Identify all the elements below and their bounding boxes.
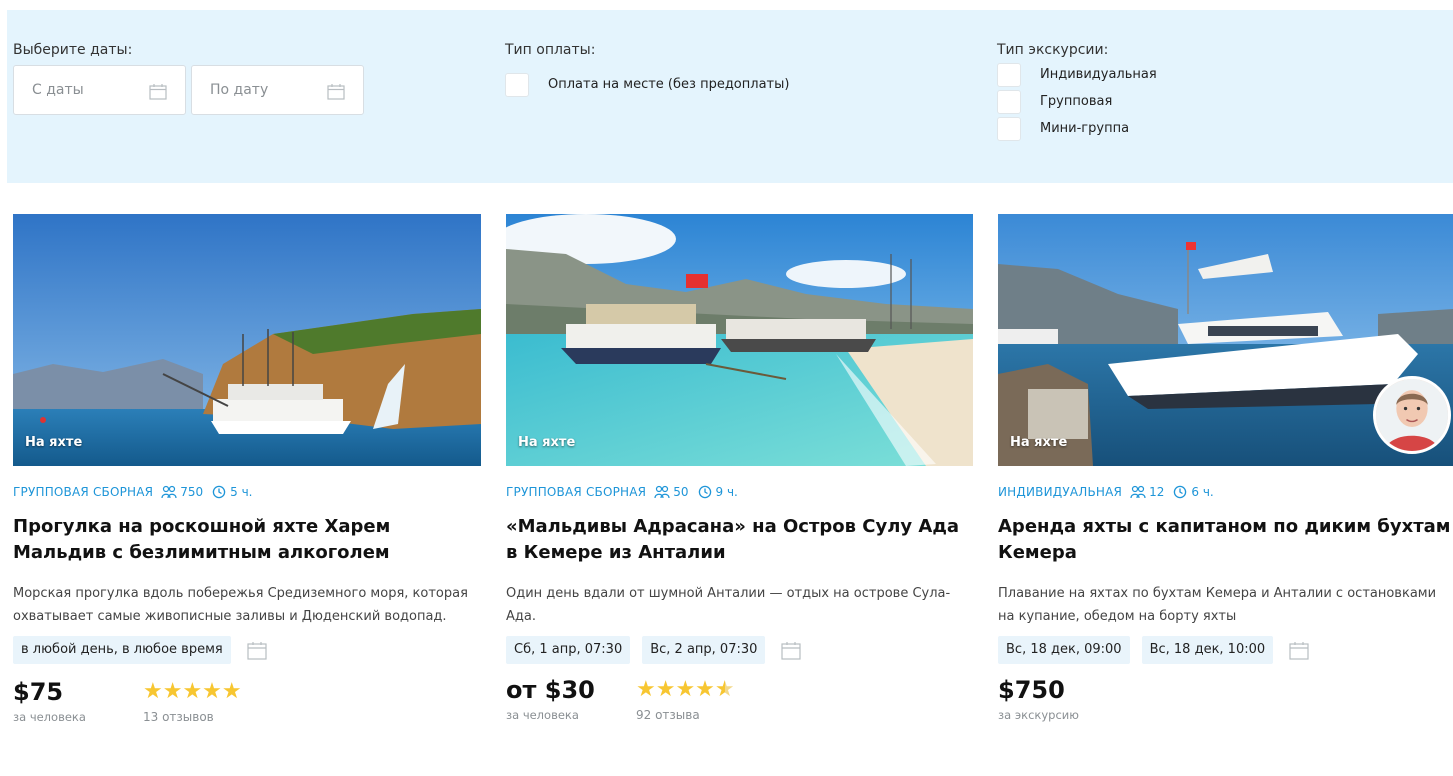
group-people-icon [1130,485,1146,499]
checkbox[interactable] [505,72,529,97]
calendar-icon[interactable] [1289,641,1309,660]
duration: 6 ч. [1191,485,1214,499]
date-slot[interactable]: Сб, 1 апр, 07:30 [506,636,631,664]
excursion-type-filter: Тип экскурсии: Индивидуальная Групповая … [997,40,1157,141]
excursion-photo[interactable]: На яхте [998,214,1453,466]
rating: ★★★★★ 92 отзыва [636,676,735,722]
excursion-card[interactable]: На яхте Групповая сборная 750 5 ч. Прогу… [13,214,481,724]
date-to-placeholder: По дату [210,82,269,98]
tour-kind: Групповая сборная [506,485,647,499]
calendar-icon[interactable] [781,641,802,660]
card-description: Один день вдали от шумной Анталии — отды… [506,586,951,624]
category-badge: На яхте [25,435,83,450]
people-count: 12 [1149,485,1165,499]
card-meta: Групповая сборная 750 5 ч. [13,484,481,500]
price-unit: за экскурсию [998,708,1079,722]
available-slots: в любой день, в любое время [13,636,481,664]
card-title[interactable]: «Мальдивы Адрасана» на Остров Сулу Ада в… [506,514,973,566]
available-slots: Вс, 18 дек, 09:00 Вс, 18 дек, 10:00 [998,636,1453,664]
excursion-card[interactable]: На яхте Индивидуальная 12 6 ч. Аренда ях… [998,214,1453,722]
calendar-icon[interactable] [327,83,345,100]
checkbox[interactable] [997,116,1021,141]
people-count: 50 [673,485,689,499]
checkbox[interactable] [997,62,1021,87]
excursion-type-label: Тип экскурсии: [997,42,1109,58]
excursion-photo[interactable]: На яхте [13,214,481,466]
dates-label: Выберите даты: [13,42,133,58]
reviews-count[interactable]: 13 отзывов [143,710,242,724]
filter-panel: Выберите даты: С даты По дату Тип оплаты… [7,10,1453,183]
category-badge: На яхте [518,435,576,450]
group-people-icon [654,485,670,499]
card-title[interactable]: Прогулка на роскошной яхте Харем Мальдив… [13,514,481,566]
card-title[interactable]: Аренда яхты с капитаном по диким бухтам … [998,514,1453,566]
price-bar: от $30 за человека ★★★★★ 92 отзыва [506,676,973,722]
boats-beach-image [506,214,973,466]
date-slot[interactable]: Вс, 18 дек, 09:00 [998,636,1130,664]
price: $75 [13,678,64,706]
duration: 5 ч. [230,485,253,499]
excursion-option-individual[interactable]: Индивидуальная [997,62,1157,87]
guide-avatar[interactable] [1373,376,1451,454]
price: $750 [998,676,1065,704]
reviews-count[interactable]: 92 отзыва [636,708,735,722]
star-rating: ★★★★★ [636,677,735,702]
available-slots: Сб, 1 апр, 07:30 Вс, 2 апр, 07:30 [506,636,973,664]
duration: 9 ч. [715,485,738,499]
date-slot[interactable]: Вс, 2 апр, 07:30 [642,636,766,664]
checkbox-label[interactable]: Индивидуальная [1040,67,1157,82]
date-to-input[interactable]: По дату [191,65,364,115]
checkbox-label[interactable]: Оплата на месте (без предоплаты) [548,77,789,92]
rating: ★★★★★ 13 отзывов [143,678,242,724]
price-bar: $750 за экскурсию [998,676,1453,722]
excursion-photo[interactable]: На яхте [506,214,973,466]
checkbox-label[interactable]: Групповая [1040,94,1112,109]
checkbox[interactable] [997,89,1021,114]
category-badge: На яхте [1010,435,1068,450]
calendar-icon[interactable] [149,83,167,100]
card-meta: Индивидуальная 12 6 ч. [998,484,1453,500]
checkbox-label[interactable]: Мини-группа [1040,121,1129,136]
price-unit: за человека [13,710,86,724]
card-meta: Групповая сборная 50 9 ч. [506,484,973,500]
yacht-cliff-image [13,214,481,466]
date-slot[interactable]: в любой день, в любое время [13,636,231,664]
price-unit: за человека [506,708,579,722]
clock-icon [1174,485,1187,499]
tour-kind: Групповая сборная [13,485,154,499]
price: от $30 [506,676,595,704]
payment-option-onsite[interactable]: Оплата на месте (без предоплаты) [505,72,789,97]
clock-icon [212,485,226,499]
date-filter: Выберите даты: С даты По дату [13,40,364,115]
excursion-option-mini-group[interactable]: Мини-группа [997,116,1157,141]
card-description: Морская прогулка вдоль побережья Средизе… [13,586,468,624]
date-from-input[interactable]: С даты [13,65,186,115]
excursion-card[interactable]: На яхте Групповая сборная 50 9 ч. «Мальд… [506,214,973,722]
price-bar: $75 за человека ★★★★★ 13 отзывов [13,678,481,724]
excursion-option-group[interactable]: Групповая [997,89,1157,114]
star-rating: ★★★★★ [143,679,242,704]
guide-photo [1376,379,1448,451]
calendar-icon[interactable] [247,641,267,660]
payment-filter: Тип оплаты: Оплата на месте (без предопл… [505,40,789,97]
group-people-icon [161,485,177,499]
date-from-placeholder: С даты [32,82,84,98]
clock-icon [698,485,711,499]
payment-label: Тип оплаты: [505,42,596,58]
people-count: 750 [180,485,204,499]
card-description: Плавание на яхтах по бухтам Кемера и Ант… [998,586,1437,624]
date-slot[interactable]: Вс, 18 дек, 10:00 [1141,636,1274,664]
tour-kind: Индивидуальная [998,485,1123,499]
